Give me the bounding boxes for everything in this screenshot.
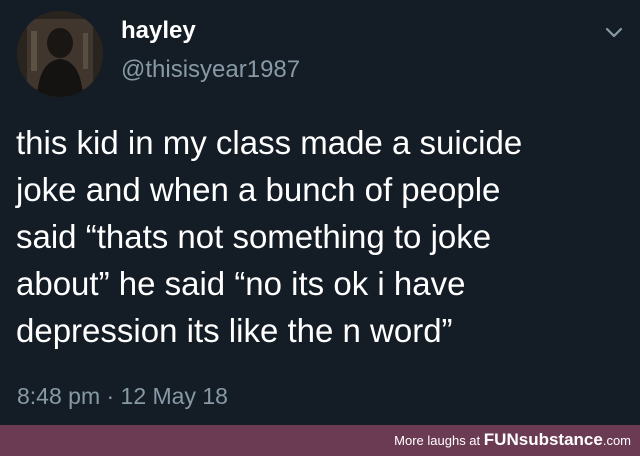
watermark-brand-sub: substance xyxy=(518,430,603,449)
avatar-photo-icon xyxy=(17,11,103,97)
tweet-text: this kid in my class made a suicide joke… xyxy=(16,119,634,354)
author-handle[interactable]: @thisisyear1987 xyxy=(121,56,300,84)
tweet-text-line: this kid in my class made a suicide xyxy=(16,124,523,161)
watermark-brand-suffix: .com xyxy=(602,433,631,448)
watermark-prefix: More laughs at xyxy=(394,433,481,448)
watermark-footer: More laughs at FUNsubstance.com xyxy=(0,425,640,456)
tweet-text-line: said “thats not something to joke xyxy=(16,218,492,255)
tweet-text-line: joke and when a bunch of people xyxy=(16,171,501,208)
chevron-down-icon[interactable] xyxy=(604,26,624,40)
author-name[interactable]: hayley xyxy=(121,17,196,45)
tweet-card: hayley @thisisyear1987 this kid in my cl… xyxy=(0,0,640,425)
tweet-text-line: about” he said “no its ok i have xyxy=(16,265,466,302)
watermark-brand-main: FUN xyxy=(483,430,519,449)
tweet-text-line: depression its like the n word” xyxy=(16,312,453,349)
avatar[interactable] xyxy=(17,11,103,97)
tweet-timestamp[interactable]: 8:48 pm · 12 May 18 xyxy=(17,382,228,410)
watermark-text[interactable]: More laughs at FUNsubstance.com xyxy=(394,431,631,450)
